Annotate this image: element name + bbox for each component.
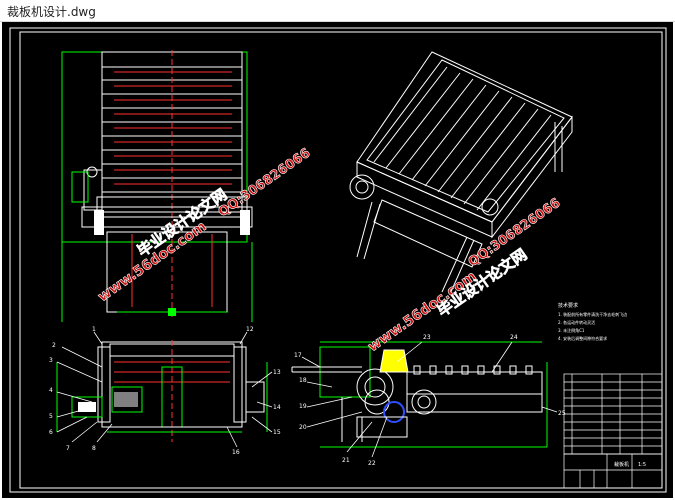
drawing-canvas[interactable]: 1 2 3 4 5 6 7 8 12 13 14 15 16 17 18 19 …: [2, 22, 673, 498]
part-number: 4: [49, 387, 53, 394]
part-number: 8: [92, 445, 96, 452]
technical-notes: 技术要求 1. 装配前所有零件清洗干净去毛刺飞边 2. 各运动件转动灵活 3. …: [558, 302, 627, 341]
part-number: 12: [246, 326, 254, 333]
notes-line: 1. 装配前所有零件清洗干净去毛刺飞边: [558, 311, 627, 317]
part-number: 24: [510, 334, 518, 341]
part-number: 19: [299, 403, 307, 410]
notes-line: 4. 安装后调整间隙符合要求: [558, 335, 607, 341]
notes-line: 2. 各运动件转动灵活: [558, 319, 595, 325]
part-number: 6: [49, 429, 53, 436]
title-block: [563, 373, 663, 489]
notes-line: 3. 未注倒角C1: [558, 327, 585, 333]
cad-drawing: 1 2 3 4 5 6 7 8 12 13 14 15 16 17 18 19 …: [9, 27, 667, 493]
part-number: 15: [273, 429, 281, 436]
part-number: 3: [49, 357, 53, 364]
part-number: 25: [558, 410, 566, 417]
part-number: 22: [368, 460, 376, 467]
window-titlebar: 裁板机设计.dwg: [0, 0, 675, 22]
part-number: 7: [66, 445, 70, 452]
title-block-name: 裁板机: [614, 461, 629, 468]
part-number: 1: [92, 326, 96, 333]
part-number: 18: [299, 377, 307, 384]
top-view: [61, 50, 253, 322]
window-title: 裁板机设计.dwg: [7, 5, 96, 19]
part-number: 16: [232, 449, 240, 456]
part-number: 2: [52, 342, 56, 349]
part-number: 14: [273, 404, 281, 411]
watermark-qq-left: QQ:306826066: [216, 146, 314, 221]
part-number: 5: [49, 413, 53, 420]
part-number: 20: [299, 424, 307, 431]
title-block-scale: 1:5: [638, 462, 646, 468]
part-number: 21: [342, 457, 350, 464]
side-view: 17 18 19 20 21 22 23 24 25: [291, 334, 566, 467]
part-number: 13: [273, 369, 281, 376]
front-view: 1 2 3 4 5 6 7 8 12 13 14 15 16: [49, 326, 281, 456]
part-number: 17: [294, 352, 302, 359]
isometric-view: [349, 51, 573, 295]
watermark-layer: www.56doc.com 毕业设计论文网 QQ:306826066 www.5…: [95, 145, 564, 355]
notes-heading: 技术要求: [558, 302, 578, 309]
part-number: 23: [423, 334, 431, 341]
top-view-rollers: [114, 71, 232, 185]
